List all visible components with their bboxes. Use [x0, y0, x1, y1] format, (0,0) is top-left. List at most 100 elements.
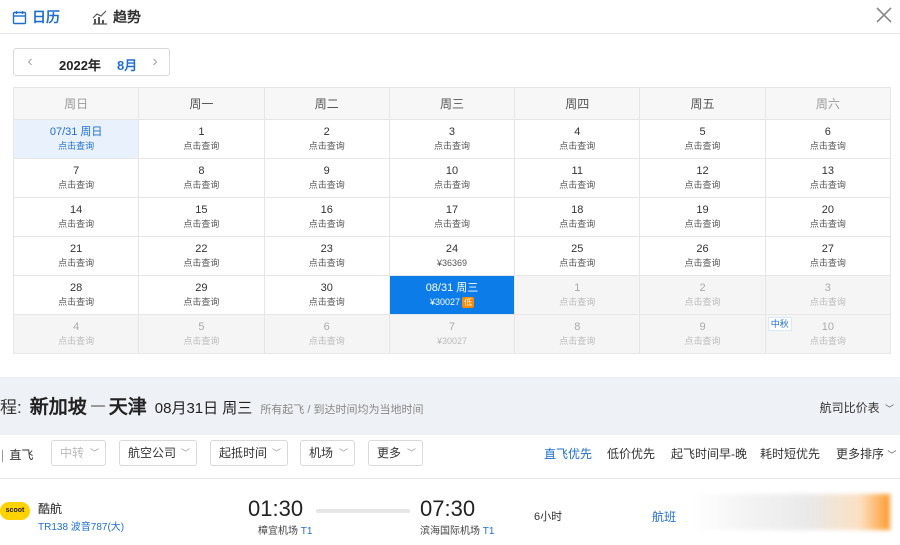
calendar-day-cell[interactable]: 26 点击查询 — [639, 236, 766, 276]
flight-number[interactable]: TR138 波音787(大) — [38, 518, 124, 533]
calendar-day-cell[interactable]: 1 点击查询 — [514, 275, 641, 315]
calendar-day-cell[interactable]: 7 ¥30027 — [388, 314, 516, 354]
prev-month-button[interactable]: ‹ — [22, 53, 38, 71]
calendar-day-cell[interactable]: 3 点击查询 — [764, 275, 892, 315]
calendar-week-row: 7 点击查询 8 点击查询 9 点击查询 10 点击查询 11 点击查询 12 点击查询 13 点击查询 — [12, 158, 892, 198]
transfer-filter[interactable]: 中转 ﹀ — [51, 440, 106, 466]
day-price-value: 点击查询 — [183, 297, 220, 307]
flight-info-link[interactable]: 航班 — [652, 508, 676, 525]
sort-shortest-duration[interactable]: 耗时短优先 — [760, 445, 820, 462]
calendar-day-cell[interactable]: 3 点击查询 — [388, 119, 516, 159]
calendar-day-cell[interactable]: 2 点击查询 — [263, 119, 390, 159]
departure-time: 01:30 — [248, 496, 304, 521]
calendar-day-cell[interactable]: 18 点击查询 — [514, 197, 641, 237]
day-price: 点击查询 — [766, 256, 890, 270]
weekday-label: 周六 — [764, 87, 892, 120]
calendar-day-cell[interactable]: 10 点击查询 中秋 — [764, 314, 892, 354]
calendar-day-cell[interactable]: 13 点击查询 — [764, 158, 892, 198]
airline-filter[interactable]: 航空公司 ﹀ — [119, 440, 197, 466]
airport-filter[interactable]: 机场 ﹀ — [300, 440, 355, 466]
calendar-day-cell[interactable]: 20 点击查询 — [764, 197, 892, 237]
calendar-day-cell[interactable]: 28 点击查询 — [12, 275, 140, 315]
calendar-day-cell[interactable]: 7 点击查询 — [12, 158, 140, 198]
calendar-day-cell[interactable]: 29 点击查询 — [138, 275, 265, 315]
calendar-day-cell[interactable]: 4 点击查询 — [12, 314, 140, 354]
day-number: 7 — [448, 321, 456, 333]
day-number: 26 — [696, 243, 709, 255]
day-number: 16 — [320, 204, 333, 216]
direct-filter-label: 直飞 — [9, 448, 34, 462]
calendar-day-cell[interactable]: 22 点击查询 — [138, 236, 265, 276]
day-price-value: 点击查询 — [559, 219, 596, 229]
calendar-day-cell[interactable]: 2 点击查询 — [639, 275, 766, 315]
tab-calendar[interactable]: 日历 — [12, 6, 60, 28]
day-price-value: 点击查询 — [58, 219, 95, 229]
day-price-value: 点击查询 — [809, 180, 846, 190]
calendar-day-cell[interactable]: 30 点击查询 — [263, 275, 390, 315]
calendar-day-cell[interactable]: 21 点击查询 — [12, 236, 140, 276]
sort-departure-time[interactable]: 起飞时间早-晚 — [671, 445, 747, 462]
chevron-down-icon: ﹀ — [338, 448, 348, 458]
tab-trend[interactable]: 趋势 — [92, 6, 141, 28]
checkbox-icon — [0, 449, 3, 462]
day-price: 点击查询 — [265, 139, 389, 153]
calendar-day-cell[interactable]: 1 点击查询 — [138, 119, 265, 159]
calendar-day-cell[interactable]: 11 点击查询 — [514, 158, 641, 198]
close-icon[interactable] — [874, 5, 894, 25]
day-price: 点击查询 — [265, 334, 389, 348]
airline-price-compare-button[interactable]: 航司比价表 ﹀ — [820, 399, 894, 416]
arrival-airport-name: 滨海国际机场 — [420, 526, 480, 537]
calendar-day-cell[interactable]: 8 点击查询 — [514, 314, 641, 354]
calendar-day-cell[interactable]: 17 点击查询 — [388, 197, 516, 237]
sort-direct-first[interactable]: 直飞优先 — [544, 445, 592, 462]
day-price: 点击查询 — [515, 217, 639, 231]
time-filter[interactable]: 起抵时间 ﹀ — [210, 440, 288, 466]
calendar-day-cell[interactable]: 14 点击查询 — [12, 197, 140, 237]
sort-lowest-price[interactable]: 低价优先 — [607, 445, 655, 462]
flight-row[interactable]: scoot 酷航 TR138 波音787(大) 01:30 樟宜机场 T1 07… — [0, 490, 900, 540]
calendar-week-row: 07/31 周日 点击查询 1 点击查询 2 点击查询 3 点击查询 4 点击查询 5 点击查询 6 点击… — [12, 119, 892, 159]
blurred-price-area — [690, 494, 890, 530]
day-price: 点击查询 — [14, 217, 138, 231]
calendar-day-cell[interactable]: 24 ¥36369 — [388, 236, 516, 276]
calendar-day-cell[interactable]: 25 点击查询 — [514, 236, 641, 276]
calendar-day-cell[interactable]: 6 点击查询 — [764, 119, 892, 159]
calendar-day-cell[interactable]: 10 点击查询 — [388, 158, 516, 198]
calendar-day-cell[interactable]: 12 点击查询 — [639, 158, 766, 198]
calendar-day-cell[interactable]: 9 点击查询 — [639, 314, 766, 354]
day-price-value: 点击查询 — [559, 180, 596, 190]
day-price-value: 点击查询 — [308, 297, 345, 307]
day-price: 点击查询 — [390, 139, 514, 153]
calendar-day-cell[interactable]: 9 点击查询 — [263, 158, 390, 198]
chip-label: 机场 — [309, 446, 334, 460]
day-number: 1 — [574, 282, 581, 294]
day-price-value: 点击查询 — [58, 297, 95, 307]
calendar-day-cell[interactable]: 19 点击查询 — [639, 197, 766, 237]
day-price: 点击查询 — [515, 334, 639, 348]
calendar-day-cell[interactable]: 23 点击查询 — [263, 236, 390, 276]
calendar-day-cell[interactable]: 15 点击查询 — [138, 197, 265, 237]
day-price-value: 点击查询 — [308, 219, 345, 229]
current-month: 8月 — [117, 58, 138, 73]
calendar-day-cell[interactable]: 16 点击查询 — [263, 197, 390, 237]
calendar-day-cell[interactable]: 5 点击查询 — [639, 119, 766, 159]
more-filter[interactable]: 更多 ﹀ — [368, 440, 423, 466]
chip-label: 更多 — [377, 446, 402, 460]
direct-filter[interactable]: 直飞 — [0, 446, 33, 463]
calendar-day-cell[interactable]: 07/31 周日 点击查询 — [12, 119, 140, 159]
day-price-value: 点击查询 — [433, 141, 470, 151]
day-number: 14 — [70, 204, 83, 216]
calendar-day-cell[interactable]: 08/31 周三 ¥30027 低 — [388, 275, 516, 315]
calendar-day-cell[interactable]: 4 点击查询 — [514, 119, 641, 159]
departure-airport-name: 樟宜机场 — [258, 526, 298, 537]
more-sort-button[interactable]: 更多排序 ﹀ — [836, 445, 896, 462]
calendar-day-cell[interactable]: 6 点击查询 — [263, 314, 390, 354]
calendar-day-cell[interactable]: 5 点击查询 — [138, 314, 265, 354]
day-number: 4 — [73, 321, 80, 333]
next-month-button[interactable]: › — [147, 53, 163, 71]
calendar-day-cell[interactable]: 8 点击查询 — [138, 158, 265, 198]
day-price-value: 点击查询 — [559, 336, 596, 346]
day-price: 点击查询 — [515, 139, 639, 153]
calendar-day-cell[interactable]: 27 点击查询 — [764, 236, 892, 276]
day-number: 18 — [571, 204, 584, 216]
